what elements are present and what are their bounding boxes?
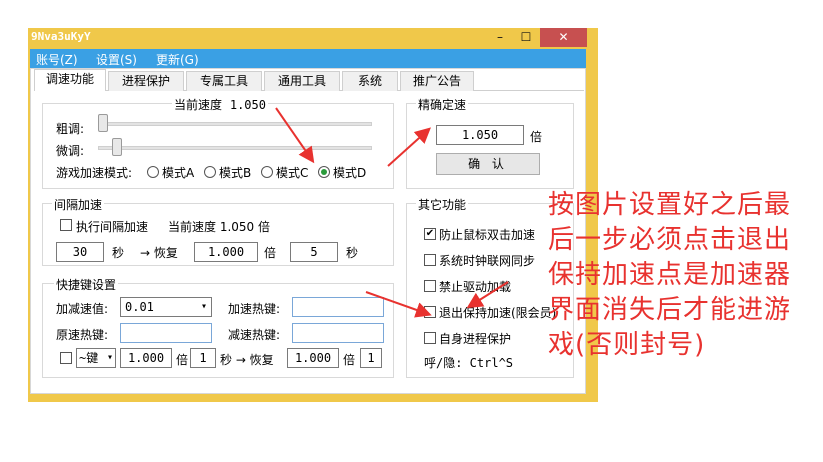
arrow-to-exit-keep-speed	[365, 291, 432, 318]
arrow-from-note	[466, 281, 509, 309]
arrow-to-mode-d	[275, 107, 315, 164]
arrow-to-precise-input	[387, 127, 431, 167]
instruction-note: 按图片设置好之后最后一步必须点击退出保持加速点是加速器界面消失后才能进游戏(否则…	[548, 190, 792, 360]
